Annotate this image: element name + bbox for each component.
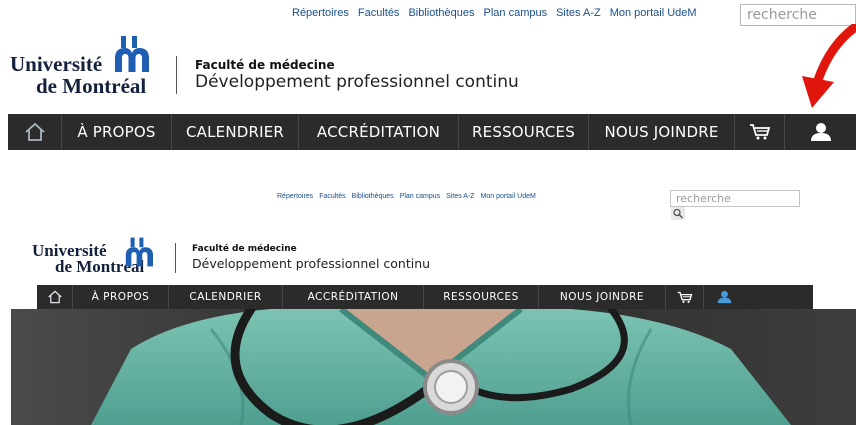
link-bibliotheques[interactable]: Bibliothèques bbox=[408, 7, 474, 19]
cart-icon-small bbox=[677, 291, 692, 303]
user-icon-small bbox=[717, 290, 731, 304]
faculty-title-small: Faculté de médecine bbox=[192, 244, 297, 254]
nav-account[interactable] bbox=[785, 114, 856, 150]
nav-accreditation[interactable]: ACCRÉDITATION bbox=[299, 114, 459, 150]
utility-links: Répertoires Facultés Bibliothèques Plan … bbox=[292, 7, 697, 19]
university-name-line2: de Montréal bbox=[36, 74, 147, 98]
search-icon[interactable] bbox=[671, 207, 685, 220]
nav-home[interactable] bbox=[8, 114, 62, 150]
nav-ressources[interactable]: RESSOURCES bbox=[459, 114, 589, 150]
nav-calendrier-small[interactable]: CALENDRIER bbox=[169, 285, 283, 309]
link-facultes-small[interactable]: Facultés bbox=[319, 193, 345, 200]
nav-home-small[interactable] bbox=[37, 285, 73, 309]
nav-a-propos[interactable]: À PROPOS bbox=[62, 114, 172, 150]
nav-calendrier[interactable]: CALENDRIER bbox=[172, 114, 299, 150]
faculty-title: Faculté de médecine bbox=[195, 58, 335, 72]
search-input-small[interactable]: recherche bbox=[670, 190, 800, 207]
hero-image bbox=[11, 309, 856, 425]
nav-nous-joindre[interactable]: NOUS JOINDRE bbox=[589, 114, 735, 150]
nav-nous-joindre-small[interactable]: NOUS JOINDRE bbox=[539, 285, 666, 309]
page-view: Répertoires Facultés Bibliothèques Plan … bbox=[0, 152, 856, 425]
department-title-small: Développement professionnel continu bbox=[192, 256, 431, 271]
link-sites-a-z[interactable]: Sites A-Z bbox=[556, 7, 601, 19]
nav-accreditation-small[interactable]: ACCRÉDITATION bbox=[283, 285, 424, 309]
nav-ressources-small[interactable]: RESSOURCES bbox=[424, 285, 539, 309]
search-input[interactable]: recherche bbox=[740, 4, 856, 26]
nav-a-propos-small[interactable]: À PROPOS bbox=[73, 285, 169, 309]
zoomed-header: Répertoires Facultés Bibliothèques Plan … bbox=[0, 0, 856, 152]
red-arrow-icon bbox=[802, 24, 856, 108]
nav-cart[interactable] bbox=[735, 114, 785, 150]
udem-logo-icon bbox=[115, 36, 149, 72]
link-bibliotheques-small[interactable]: Bibliothèques bbox=[352, 193, 394, 200]
home-icon-small bbox=[47, 290, 62, 304]
link-mon-portail-small[interactable]: Mon portail UdeM bbox=[481, 193, 536, 200]
udem-logo-small-icon bbox=[125, 237, 153, 267]
home-icon bbox=[24, 122, 45, 141]
link-repertoires[interactable]: Répertoires bbox=[292, 7, 349, 19]
utility-links-small: Répertoires Facultés Bibliothèques Plan … bbox=[277, 193, 536, 200]
link-plan-campus-small[interactable]: Plan campus bbox=[400, 193, 440, 200]
nav-cart-small[interactable] bbox=[666, 285, 704, 309]
department-title: Développement professionnel continu bbox=[195, 72, 519, 92]
brand-divider-small bbox=[175, 243, 176, 273]
cart-icon bbox=[749, 124, 770, 140]
main-nav: À PROPOS CALENDRIER ACCRÉDITATION RESSOU… bbox=[37, 285, 813, 309]
link-repertoires-small[interactable]: Répertoires bbox=[277, 193, 313, 200]
link-sites-a-z-small[interactable]: Sites A-Z bbox=[446, 193, 474, 200]
user-icon bbox=[810, 123, 831, 141]
doctor-stethoscope-image bbox=[11, 309, 856, 425]
brand-divider bbox=[176, 56, 177, 94]
nav-account-small[interactable] bbox=[704, 285, 744, 309]
link-mon-portail[interactable]: Mon portail UdeM bbox=[610, 7, 697, 19]
link-facultes[interactable]: Facultés bbox=[358, 7, 400, 19]
link-plan-campus[interactable]: Plan campus bbox=[484, 7, 548, 19]
main-nav-zoomed: À PROPOS CALENDRIER ACCRÉDITATION RESSOU… bbox=[8, 114, 856, 150]
